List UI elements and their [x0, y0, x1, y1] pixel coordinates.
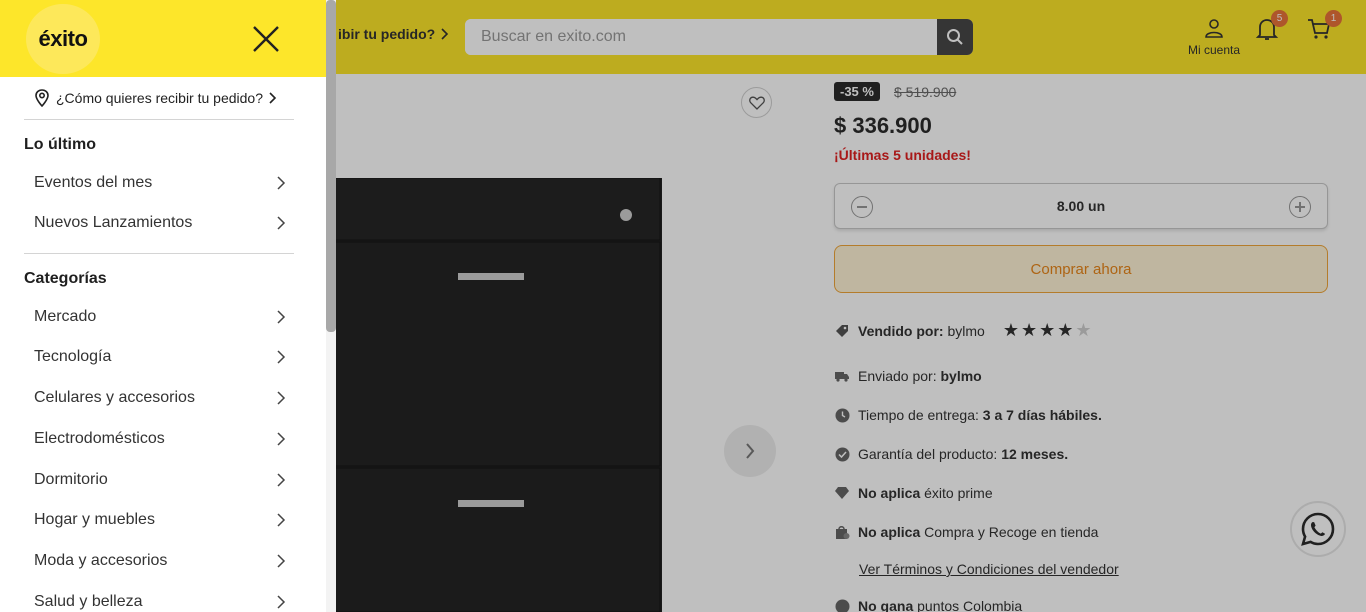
- section-title-latest: Lo último: [24, 136, 96, 153]
- chevron-right-icon: [277, 310, 286, 324]
- chevron-right-icon: [277, 391, 286, 405]
- menu-item-eventos-del-mes[interactable]: Eventos del mes: [24, 166, 294, 200]
- close-icon[interactable]: [252, 25, 280, 53]
- menu-item-salud-y-belleza[interactable]: Salud y belleza: [24, 585, 294, 612]
- menu-item-nuevos-lanzamientos[interactable]: Nuevos Lanzamientos: [24, 206, 294, 240]
- divider: [24, 119, 294, 120]
- menu-item-label: Mercado: [34, 308, 97, 325]
- section-title-categories: Categorías: [24, 270, 107, 287]
- menu-item-electrodomesticos[interactable]: Electrodomésticos: [24, 422, 294, 456]
- chevron-right-icon: [277, 554, 286, 568]
- chevron-right-icon: [277, 350, 286, 364]
- drawer-scrollbar-thumb[interactable]: [326, 0, 336, 332]
- chevron-right-icon: [277, 595, 286, 609]
- menu-item-label: Eventos del mes: [34, 174, 153, 191]
- menu-item-label: Moda y accesorios: [34, 552, 168, 569]
- chevron-right-icon: [277, 473, 286, 487]
- delivery-prompt: ¿Cómo quieres recibir tu pedido?: [56, 90, 263, 106]
- menu-item-celulares[interactable]: Celulares y accesorios: [24, 381, 294, 415]
- chevron-right-icon: [269, 92, 277, 104]
- menu-item-mercado[interactable]: Mercado: [24, 300, 294, 334]
- menu-item-label: Electrodomésticos: [34, 430, 165, 447]
- logo-text: éxito: [38, 26, 88, 51]
- menu-item-label: Celulares y accesorios: [34, 389, 195, 406]
- menu-item-label: Dormitorio: [34, 471, 108, 488]
- location-pin-icon: [35, 89, 49, 107]
- exito-logo[interactable]: éxito: [26, 4, 100, 74]
- side-menu-drawer: éxito ¿Cómo quieres recibir tu pedido? L…: [0, 0, 336, 612]
- chevron-right-icon: [277, 513, 286, 527]
- menu-item-label: Tecnología: [34, 348, 112, 365]
- divider: [24, 253, 294, 254]
- drawer-header: éxito: [0, 0, 326, 77]
- delivery-selector[interactable]: ¿Cómo quieres recibir tu pedido?: [34, 89, 277, 107]
- menu-item-tecnologia[interactable]: Tecnología: [24, 340, 294, 374]
- menu-item-moda[interactable]: Moda y accesorios: [24, 544, 294, 578]
- menu-item-label: Nuevos Lanzamientos: [34, 214, 193, 231]
- chevron-right-icon: [277, 176, 286, 190]
- chevron-right-icon: [277, 432, 286, 446]
- menu-item-label: Salud y belleza: [34, 593, 143, 610]
- chevron-right-icon: [277, 216, 286, 230]
- menu-item-label: Hogar y muebles: [34, 511, 155, 528]
- menu-item-hogar-y-muebles[interactable]: Hogar y muebles: [24, 503, 294, 537]
- menu-item-dormitorio[interactable]: Dormitorio: [24, 463, 294, 497]
